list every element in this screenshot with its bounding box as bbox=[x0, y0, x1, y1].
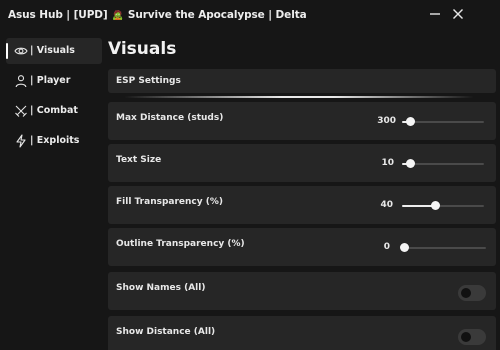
crossed-swords-icon bbox=[15, 105, 27, 117]
active-indicator bbox=[6, 43, 8, 59]
show-names-toggle[interactable] bbox=[458, 285, 486, 301]
close-icon bbox=[453, 9, 463, 19]
sidebar-item-exploits[interactable]: | Exploits bbox=[6, 128, 102, 154]
slider-label: Max Distance (studs) bbox=[116, 113, 224, 123]
show-distance-toggle[interactable] bbox=[458, 329, 486, 345]
text-size-slider[interactable] bbox=[402, 159, 484, 168]
toggle-knob bbox=[461, 332, 471, 342]
lightning-icon bbox=[16, 134, 26, 148]
section-divider bbox=[124, 96, 474, 98]
slider-row-text-size: Text Size 10 bbox=[108, 144, 496, 182]
slider-value: 0 bbox=[383, 242, 390, 252]
section-header: ESP Settings bbox=[108, 69, 496, 93]
zombie-emoji-icon: 🧟 bbox=[112, 11, 124, 21]
minimize-icon bbox=[430, 13, 440, 15]
slider-label: Fill Transparency (%) bbox=[116, 197, 224, 207]
slider-knob[interactable] bbox=[430, 201, 440, 210]
toggle-label: Show Distance (All) bbox=[116, 327, 216, 337]
eye-icon bbox=[14, 47, 28, 55]
main-content: Visuals ESP Settings Max Distance (studs… bbox=[104, 32, 500, 350]
outline-transparency-slider[interactable] bbox=[400, 243, 486, 252]
sidebar-item-player[interactable]: | Player bbox=[6, 68, 102, 94]
slider-label: Text Size bbox=[116, 155, 162, 165]
window-title: Asus Hub | [UPD] 🧟 Survive the Apocalyps… bbox=[8, 9, 307, 21]
user-icon bbox=[15, 75, 27, 88]
title-bar: Asus Hub | [UPD] 🧟 Survive the Apocalyps… bbox=[0, 0, 500, 32]
slider-label: Outline Transparency (%) bbox=[116, 239, 245, 249]
slider-value: 40 bbox=[380, 200, 393, 210]
slider-row-max-distance: Max Distance (studs) 300 bbox=[108, 102, 496, 140]
toggle-row-show-distance: Show Distance (All) bbox=[108, 316, 496, 350]
sidebar-item-label: | Visuals bbox=[30, 45, 75, 56]
section-label: ESP Settings bbox=[116, 76, 181, 86]
sidebar: | Visuals | Player | Combat | Exploits bbox=[0, 32, 104, 350]
toggle-row-show-names: Show Names (All) bbox=[108, 272, 496, 310]
window-title-suffix: Survive the Apocalypse | Delta bbox=[127, 9, 307, 21]
sidebar-item-combat[interactable]: | Combat bbox=[6, 98, 102, 124]
minimize-button[interactable] bbox=[425, 4, 445, 24]
page-title: Visuals bbox=[108, 39, 177, 59]
window-title-prefix: Asus Hub | [UPD] bbox=[8, 9, 108, 21]
close-button[interactable] bbox=[448, 4, 468, 24]
slider-value: 300 bbox=[377, 116, 396, 126]
slider-value: 10 bbox=[381, 158, 394, 168]
slider-track bbox=[404, 247, 486, 249]
toggle-label: Show Names (All) bbox=[116, 283, 206, 293]
fill-transparency-slider[interactable] bbox=[402, 201, 484, 210]
slider-row-outline-transparency: Outline Transparency (%) 0 bbox=[108, 228, 496, 266]
slider-knob[interactable] bbox=[400, 243, 409, 252]
sidebar-item-label: | Exploits bbox=[30, 135, 80, 146]
slider-knob[interactable] bbox=[406, 159, 416, 168]
slider-knob[interactable] bbox=[406, 117, 416, 126]
slider-fill bbox=[402, 205, 435, 207]
max-distance-slider[interactable] bbox=[402, 117, 484, 126]
sidebar-item-visuals[interactable]: | Visuals bbox=[6, 38, 102, 64]
sidebar-item-label: | Player bbox=[30, 75, 71, 86]
slider-row-fill-transparency: Fill Transparency (%) 40 bbox=[108, 186, 496, 224]
toggle-knob bbox=[461, 288, 471, 298]
sidebar-item-label: | Combat bbox=[30, 105, 78, 116]
